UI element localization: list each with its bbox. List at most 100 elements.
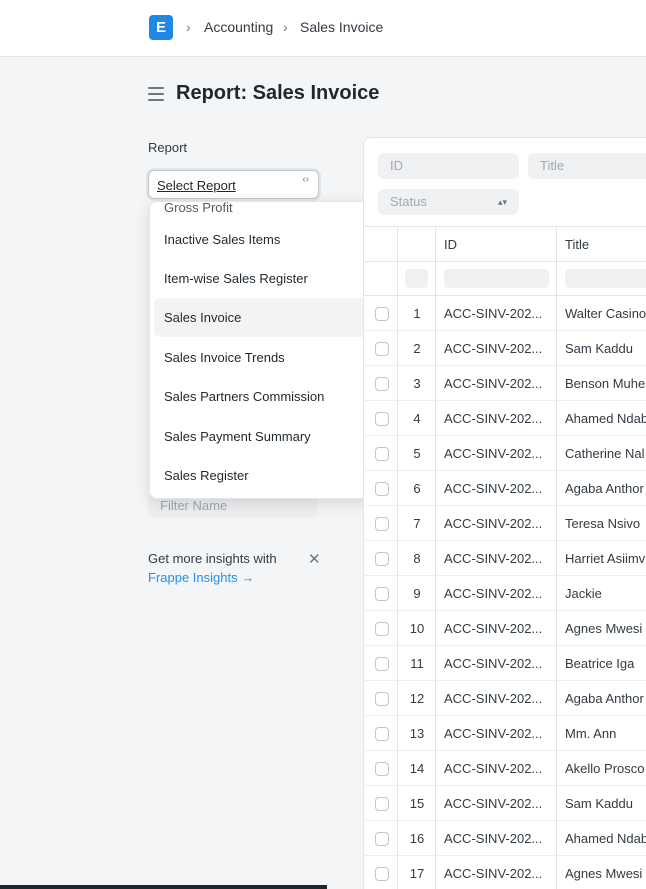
table-row[interactable]: 9 ACC-SINV-202... Jackie: [364, 576, 646, 611]
row-id[interactable]: ACC-SINV-202...: [444, 796, 542, 811]
id-filter-placeholder: ID: [390, 158, 403, 173]
row-checkbox[interactable]: [375, 692, 389, 706]
row-id[interactable]: ACC-SINV-202...: [444, 551, 542, 566]
row-number: 1: [413, 306, 421, 321]
row-checkbox[interactable]: [375, 762, 389, 776]
dropdown-item-active[interactable]: Sales Invoice: [154, 298, 394, 337]
table-row[interactable]: 2 ACC-SINV-202... Sam Kaddu: [364, 331, 646, 366]
title-filter-input[interactable]: Title: [528, 153, 646, 179]
status-filter-placeholder: Status: [390, 194, 427, 209]
dropdown-item[interactable]: Sales Payment Summary: [154, 417, 394, 456]
app-logo[interactable]: E: [149, 15, 173, 40]
table-row[interactable]: 12 ACC-SINV-202... Agaba Anthor: [364, 681, 646, 716]
row-checkbox[interactable]: [375, 552, 389, 566]
table-row[interactable]: 5 ACC-SINV-202... Catherine Nal: [364, 436, 646, 471]
row-checkbox[interactable]: [375, 622, 389, 636]
id-column-filter[interactable]: [444, 269, 549, 288]
table-row[interactable]: 3 ACC-SINV-202... Benson Muhe: [364, 366, 646, 401]
row-title: Beatrice Iga: [565, 656, 635, 671]
table-row[interactable]: 6 ACC-SINV-202... Agaba Anthor: [364, 471, 646, 506]
row-id[interactable]: ACC-SINV-202...: [444, 411, 542, 426]
row-checkbox[interactable]: [375, 447, 389, 461]
row-title: Agnes Mwesi: [565, 866, 643, 881]
table-row[interactable]: 14 ACC-SINV-202... Akello Prosco: [364, 751, 646, 786]
dropdown-item[interactable]: Sales Register: [154, 456, 394, 495]
table-row[interactable]: 17 ACC-SINV-202... Agnes Mwesi: [364, 856, 646, 889]
chevron-right-icon: ›: [186, 19, 191, 35]
report-select-value: Select Report: [157, 178, 236, 193]
row-title: Agaba Anthor: [565, 691, 644, 706]
table-row[interactable]: 4 ACC-SINV-202... Ahamed Ndab: [364, 401, 646, 436]
row-checkbox[interactable]: [375, 727, 389, 741]
row-title: Catherine Nal: [565, 446, 645, 461]
row-id[interactable]: ACC-SINV-202...: [444, 621, 542, 636]
row-number-filter[interactable]: [405, 269, 428, 288]
table-row[interactable]: 13 ACC-SINV-202... Mm. Ann: [364, 716, 646, 751]
row-checkbox[interactable]: [375, 657, 389, 671]
row-id[interactable]: ACC-SINV-202...: [444, 866, 542, 881]
row-checkbox[interactable]: [375, 412, 389, 426]
title-column-filter[interactable]: [565, 269, 646, 288]
report-dropdown-menu: Gross Profit Inactive Sales Items Item-w…: [149, 201, 397, 499]
row-id[interactable]: ACC-SINV-202...: [444, 376, 542, 391]
table-row[interactable]: 15 ACC-SINV-202... Sam Kaddu: [364, 786, 646, 821]
status-filter-select[interactable]: Status ▴▾: [378, 189, 519, 215]
row-title: Mm. Ann: [565, 726, 617, 741]
row-title: Ahamed Ndab: [565, 831, 646, 846]
title-filter-placeholder: Title: [540, 158, 565, 173]
row-title: Akello Prosco: [565, 761, 645, 776]
row-id[interactable]: ACC-SINV-202...: [444, 726, 542, 741]
row-checkbox[interactable]: [375, 342, 389, 356]
sidebar-toggle-icon[interactable]: [148, 87, 164, 101]
table-row[interactable]: 16 ACC-SINV-202... Ahamed Ndab: [364, 821, 646, 856]
row-title: Agaba Anthor: [565, 481, 644, 496]
row-id[interactable]: ACC-SINV-202...: [444, 516, 542, 531]
row-id[interactable]: ACC-SINV-202...: [444, 656, 542, 671]
row-checkbox[interactable]: [375, 377, 389, 391]
row-id[interactable]: ACC-SINV-202...: [444, 691, 542, 706]
row-title: Sam Kaddu: [565, 341, 633, 356]
row-title: Sam Kaddu: [565, 796, 633, 811]
row-checkbox[interactable]: [375, 307, 389, 321]
row-number: 8: [413, 551, 421, 566]
row-id[interactable]: ACC-SINV-202...: [444, 481, 542, 496]
dropdown-item[interactable]: Item-wise Sales Register: [154, 259, 394, 298]
row-number: 4: [413, 411, 421, 426]
row-id[interactable]: ACC-SINV-202...: [444, 586, 542, 601]
column-header-id[interactable]: ID: [444, 237, 457, 252]
frappe-insights-link[interactable]: Frappe Insights →: [148, 570, 254, 585]
table-row[interactable]: 8 ACC-SINV-202... Harriet Asiimv: [364, 541, 646, 576]
close-icon[interactable]: ✕: [308, 550, 321, 568]
table-row[interactable]: 1 ACC-SINV-202... Walter Casino: [364, 296, 646, 331]
row-id[interactable]: ACC-SINV-202...: [444, 306, 542, 321]
row-number: 6: [413, 481, 421, 496]
row-checkbox[interactable]: [375, 517, 389, 531]
row-number: 9: [413, 586, 421, 601]
row-checkbox[interactable]: [375, 867, 389, 881]
row-id[interactable]: ACC-SINV-202...: [444, 831, 542, 846]
row-number: 17: [409, 866, 425, 881]
row-id[interactable]: ACC-SINV-202...: [444, 446, 542, 461]
table-row[interactable]: 10 ACC-SINV-202... Agnes Mwesi: [364, 611, 646, 646]
row-checkbox[interactable]: [375, 587, 389, 601]
row-id[interactable]: ACC-SINV-202...: [444, 341, 542, 356]
row-checkbox[interactable]: [375, 482, 389, 496]
id-filter-input[interactable]: ID: [378, 153, 519, 179]
dropdown-item[interactable]: Inactive Sales Items: [154, 220, 394, 259]
table-row[interactable]: 7 ACC-SINV-202... Teresa Nsivo: [364, 506, 646, 541]
row-checkbox[interactable]: [375, 832, 389, 846]
breadcrumb-sales-invoice[interactable]: Sales Invoice: [300, 19, 383, 35]
column-header-title[interactable]: Title: [565, 237, 589, 252]
filter-name-placeholder: Filter Name: [160, 498, 228, 513]
dropdown-item[interactable]: Sales Invoice Trends: [154, 338, 394, 377]
row-title: Harriet Asiimv: [565, 551, 646, 566]
row-id[interactable]: ACC-SINV-202...: [444, 761, 542, 776]
table-row[interactable]: 11 ACC-SINV-202... Beatrice Iga: [364, 646, 646, 681]
report-select[interactable]: Select Report ‹›: [148, 170, 319, 199]
bottom-scrollbar[interactable]: [0, 885, 327, 889]
dropdown-item[interactable]: Sales Partners Commission: [154, 377, 394, 416]
chevron-right-icon: ›: [283, 19, 288, 35]
row-number: 12: [409, 691, 425, 706]
breadcrumb-accounting[interactable]: Accounting: [204, 19, 273, 35]
row-checkbox[interactable]: [375, 797, 389, 811]
